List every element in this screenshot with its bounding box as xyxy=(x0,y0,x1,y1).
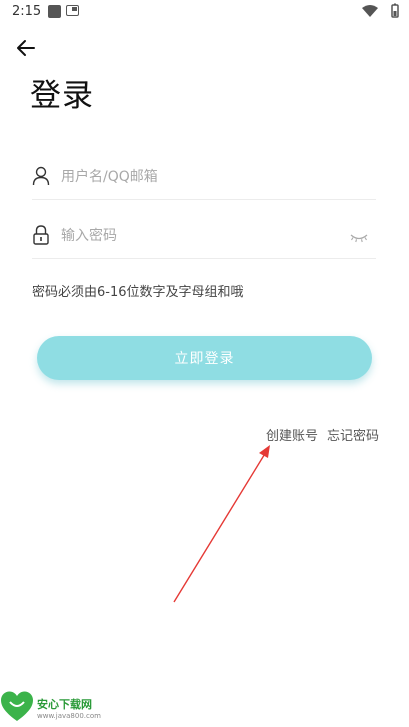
eye-closed-icon[interactable] xyxy=(350,229,368,243)
login-screen: 2:15 登录 用户名/QQ邮箱 密码必须由6-16位数字及字母组和哦 立即登录… xyxy=(0,0,409,727)
wifi-icon xyxy=(362,5,378,17)
user-icon xyxy=(32,165,50,187)
login-button[interactable]: 立即登录 xyxy=(37,336,372,380)
battery-icon xyxy=(391,3,399,18)
card-notification-icon xyxy=(66,5,79,16)
status-time: 2:15 xyxy=(12,4,42,19)
watermark-logo: 安心下载网 www.java800.com xyxy=(0,690,120,727)
watermark-name: 安心下载网 xyxy=(37,698,92,711)
username-input[interactable] xyxy=(59,163,343,191)
status-right xyxy=(361,3,401,23)
watermark-url: www.java800.com xyxy=(37,712,101,720)
password-field xyxy=(32,214,376,259)
page-title: 登录 xyxy=(30,78,94,114)
heart-logo-icon xyxy=(1,691,33,721)
status-bar: 2:15 xyxy=(0,0,409,24)
username-field xyxy=(32,155,376,200)
create-account-link[interactable]: 创建账号 xyxy=(266,425,318,444)
password-hint: 密码必须由6-16位数字及字母组和哦 xyxy=(32,285,244,300)
notification-icon xyxy=(48,5,61,18)
back-arrow-icon[interactable] xyxy=(14,36,38,60)
forgot-password-link[interactable]: 忘记密码 xyxy=(327,425,379,444)
lock-icon xyxy=(32,224,50,246)
password-input[interactable] xyxy=(59,222,343,250)
